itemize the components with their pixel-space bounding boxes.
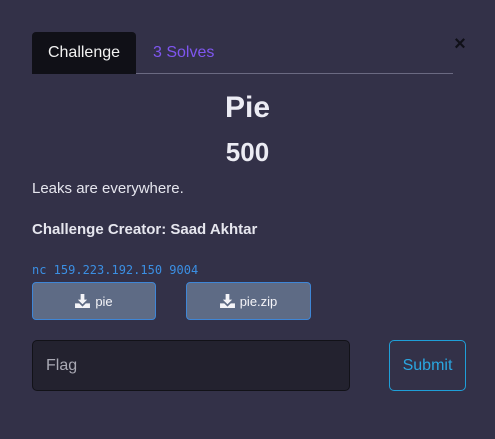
- submit-button[interactable]: Submit: [389, 340, 466, 391]
- challenge-modal: × Challenge 3 Solves Pie 500 Leaks are e…: [0, 0, 495, 439]
- download-icon: [219, 294, 235, 308]
- tab-challenge[interactable]: Challenge: [32, 32, 136, 74]
- close-button[interactable]: ×: [452, 34, 468, 54]
- challenge-description: Leaks are everywhere.: [32, 180, 184, 197]
- download-icon: [75, 294, 91, 308]
- flag-input[interactable]: [32, 340, 350, 391]
- download-pie-button[interactable]: pie: [32, 282, 156, 320]
- tab-solves[interactable]: 3 Solves: [153, 32, 214, 74]
- challenge-title: Pie: [224, 91, 271, 124]
- download-pie-zip-button[interactable]: pie.zip: [186, 282, 311, 320]
- file-label: pie: [95, 293, 113, 309]
- challenge-points: 500: [225, 137, 270, 167]
- connection-info: nc 159.223.192.150 9004: [32, 263, 199, 277]
- challenge-tabs: Challenge 3 Solves: [32, 32, 453, 74]
- challenge-creator: Challenge Creator: Saad Akhtar: [32, 221, 258, 238]
- file-label: pie.zip: [239, 293, 278, 309]
